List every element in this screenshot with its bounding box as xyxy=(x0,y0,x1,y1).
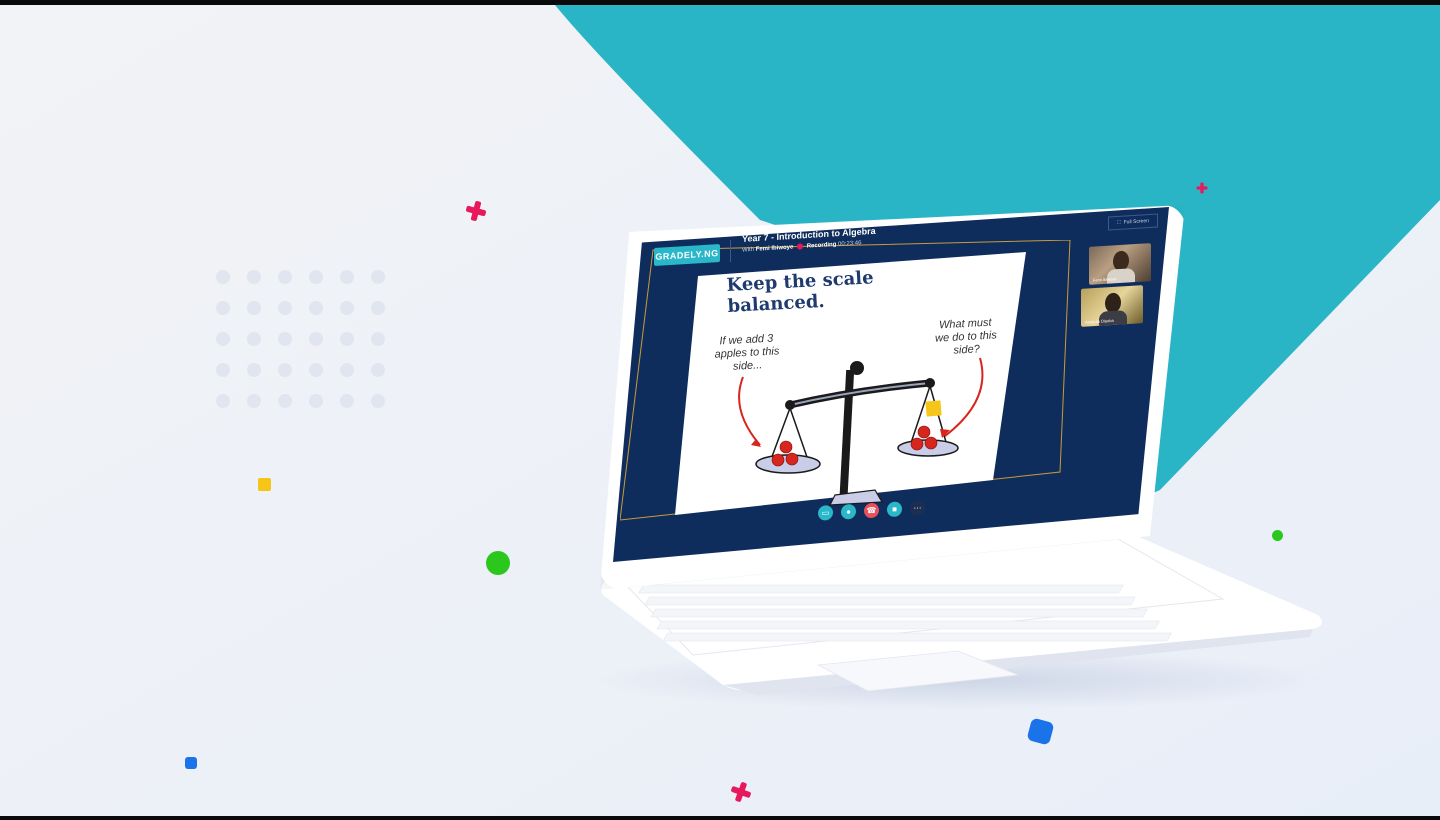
yellow-square-decoration xyxy=(925,400,942,417)
teacher-prefix: With xyxy=(742,246,754,254)
camera-icon: ■ xyxy=(892,504,897,514)
expand-icon: ⛶ xyxy=(1117,219,1121,226)
camera-button[interactable]: ■ xyxy=(887,501,902,518)
recording-icon xyxy=(797,243,804,250)
bottom-letterbox xyxy=(0,816,1440,820)
slide-left-note: If we add 3 apples to this side... xyxy=(714,332,780,373)
full-screen-label: Full Screen xyxy=(1123,218,1149,226)
green-dot-decoration xyxy=(486,551,510,575)
yellow-square-decoration xyxy=(258,478,271,491)
top-letterbox xyxy=(0,0,1440,5)
end-call-button[interactable]: ☎ xyxy=(864,502,879,519)
screen-share-button[interactable]: ▭ xyxy=(818,505,833,521)
more-options-button[interactable]: ⋯ xyxy=(910,500,925,516)
microphone-button[interactable]: ● xyxy=(841,503,856,520)
participant-tile[interactable]: Femi Ibiwoye xyxy=(1089,243,1151,285)
end-call-icon: ☎ xyxy=(866,505,877,516)
microphone-icon: ● xyxy=(846,507,851,517)
blue-square-decoration xyxy=(185,757,197,769)
pink-plus-decoration xyxy=(1196,182,1208,194)
slide-right-note: What must we do to this side? xyxy=(934,316,998,357)
header-divider xyxy=(730,239,731,263)
more-icon: ⋯ xyxy=(913,503,922,513)
screen-share-icon: ▭ xyxy=(821,508,830,518)
participant-tile[interactable]: Adebola Olaoba xyxy=(1081,285,1143,327)
dot-grid-decoration xyxy=(216,270,385,408)
